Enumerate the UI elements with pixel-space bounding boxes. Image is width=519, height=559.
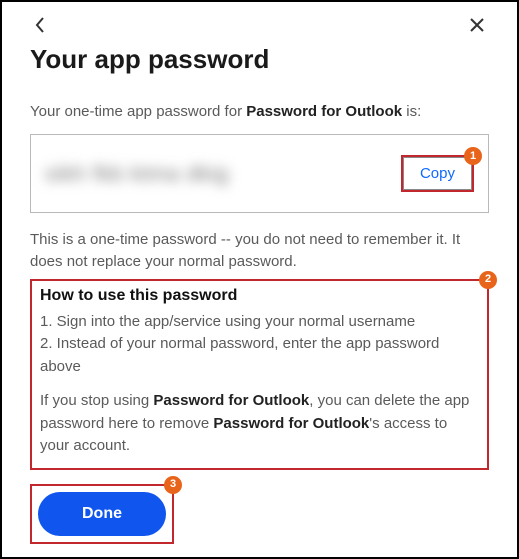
annotation-badge-1: 1 bbox=[464, 147, 482, 165]
intro-suffix: is: bbox=[402, 103, 421, 120]
annotation-box-2: 2 How to use this password 1. Sign into … bbox=[30, 279, 489, 470]
delete-pre: If you stop using bbox=[40, 392, 153, 409]
intro-text: Your one-time app password for Password … bbox=[30, 103, 489, 120]
app-name: Password for Outlook bbox=[246, 103, 402, 120]
howto-step-2: 2. Instead of your normal password, ente… bbox=[40, 333, 479, 378]
close-icon bbox=[469, 17, 485, 33]
password-box: sikh fkb ktma dkig Copy 1 bbox=[30, 134, 489, 213]
top-bar bbox=[30, 10, 489, 40]
page-title: Your app password bbox=[30, 44, 489, 75]
app-name-3: Password for Outlook bbox=[213, 415, 369, 432]
annotation-box-1: Copy 1 bbox=[401, 155, 474, 192]
done-button[interactable]: Done bbox=[38, 492, 166, 536]
howto-step-1: 1. Sign into the app/service using your … bbox=[40, 311, 479, 334]
annotation-badge-2: 2 bbox=[479, 271, 497, 289]
annotation-badge-3: 3 bbox=[164, 476, 182, 494]
howto-title: How to use this password bbox=[40, 287, 479, 305]
chevron-left-icon bbox=[34, 16, 46, 34]
copy-button[interactable]: Copy bbox=[403, 157, 472, 190]
close-button[interactable] bbox=[465, 13, 489, 37]
password-value: sikh fkb ktma dkig bbox=[45, 161, 229, 187]
app-name-2: Password for Outlook bbox=[153, 392, 309, 409]
intro-prefix: Your one-time app password for bbox=[30, 103, 246, 120]
one-time-note: This is a one-time password -- you do no… bbox=[30, 229, 489, 273]
back-button[interactable] bbox=[30, 12, 50, 38]
annotation-box-3: 3 Done bbox=[30, 484, 174, 544]
delete-note: If you stop using Password for Outlook, … bbox=[40, 390, 479, 458]
